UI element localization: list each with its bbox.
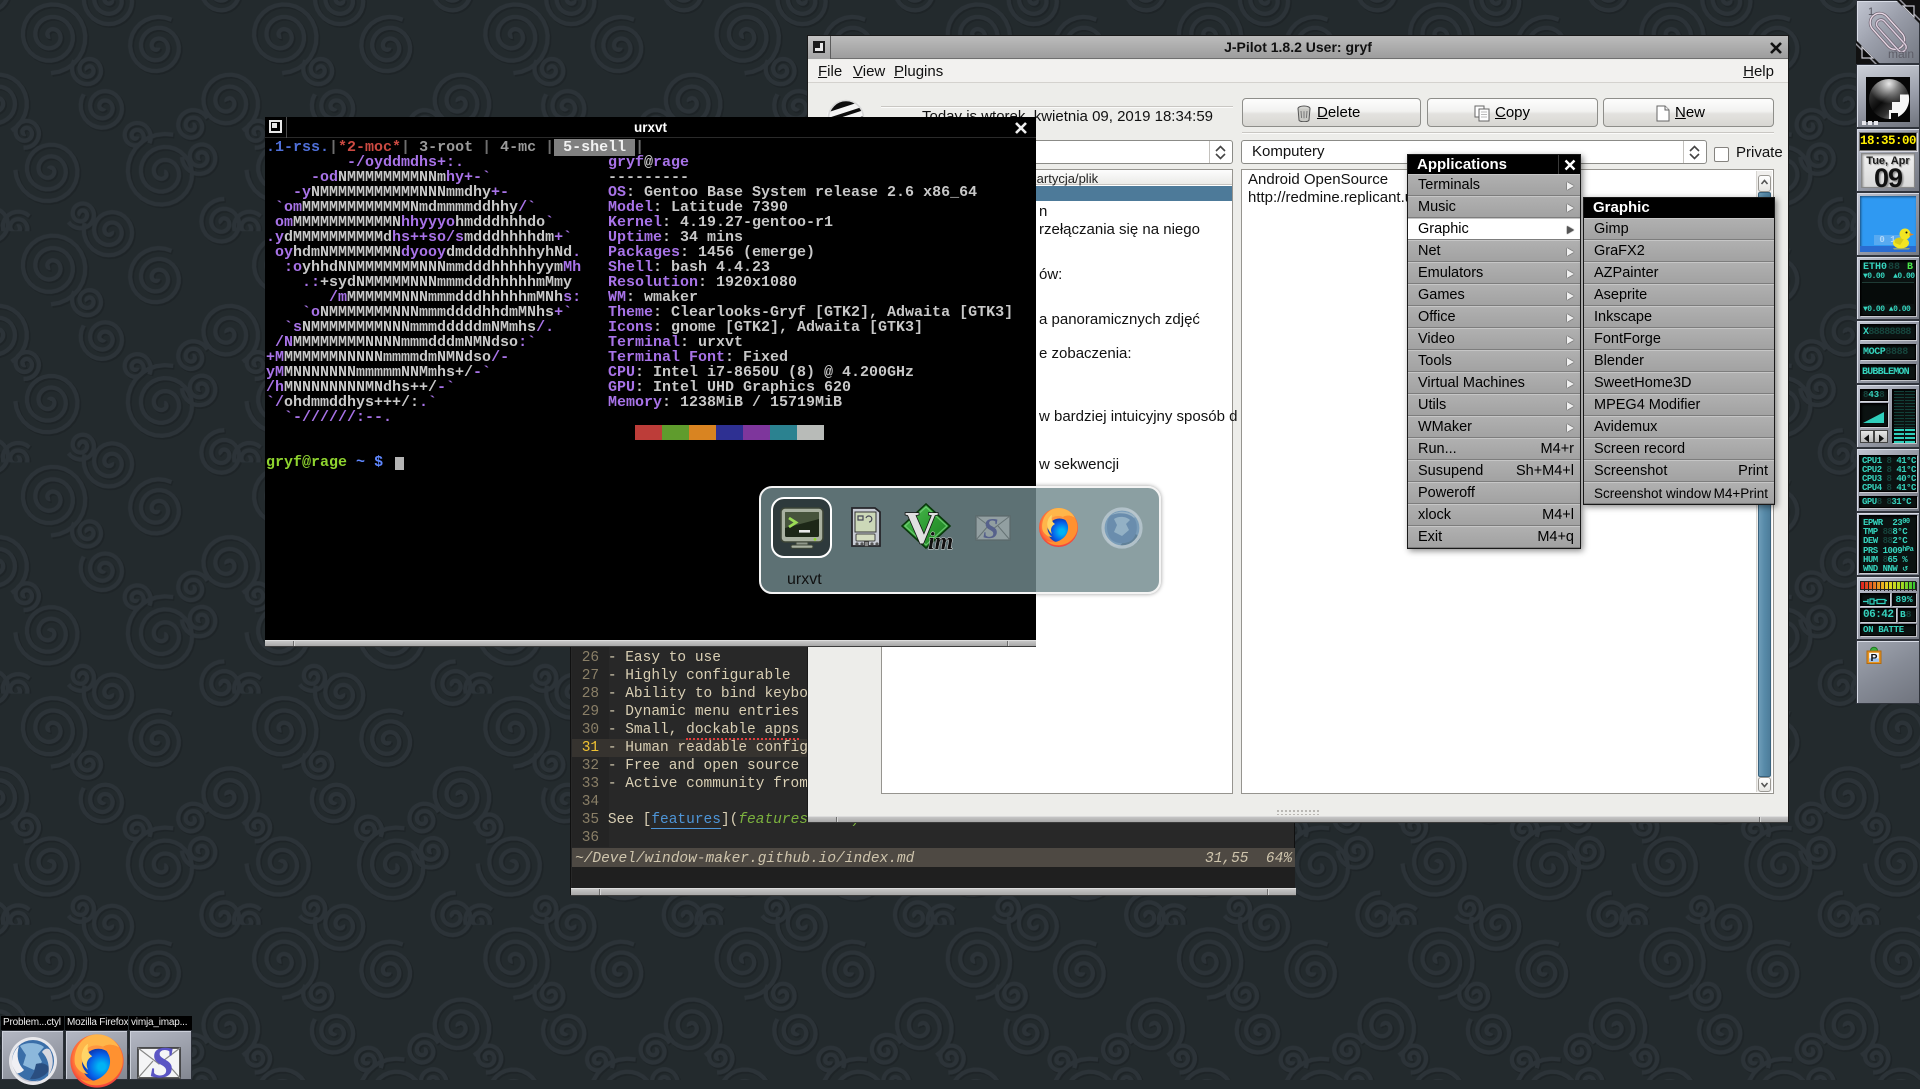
svg-text:1: 1 (1868, 6, 1874, 18)
svg-text:P: P (1871, 652, 1878, 664)
svg-text:S: S (150, 1042, 174, 1082)
svg-text:main: main (1888, 47, 1914, 61)
svg-text:S: S (983, 514, 999, 544)
svg-text:im: im (928, 529, 953, 553)
